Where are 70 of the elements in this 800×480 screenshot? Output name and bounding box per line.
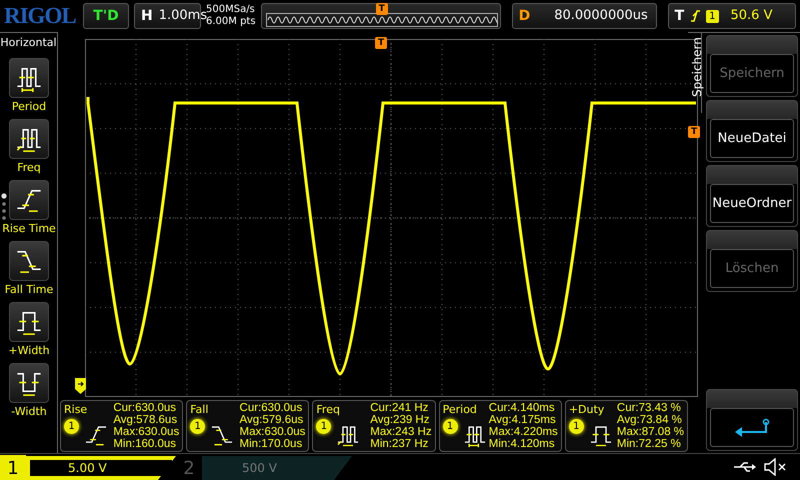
menu-button[interactable]: NeueOrdner [706, 165, 798, 227]
channel-badge: 1 [568, 418, 584, 434]
menu-title: Speichern [688, 33, 702, 113]
measurement-value: Cur:4.140ms [488, 402, 556, 414]
measure-button[interactable] [9, 58, 49, 98]
measurement-value: Avg:239 Hz [370, 414, 430, 426]
trigger-channel-badge: 1 [706, 10, 718, 22]
measure-label[interactable]: Fall Time [4, 282, 54, 296]
channel-scale[interactable]: 500 V [202, 456, 352, 480]
measure-label[interactable]: Period [12, 100, 46, 112]
measurement-value: Avg:578.6us [113, 414, 178, 426]
measurement-value: Min:72.25 % [616, 438, 682, 450]
measure-label[interactable]: Freq [17, 160, 41, 174]
sample-rate: 500MSa/s [206, 4, 256, 15]
measure-label[interactable]: Rise Time [2, 222, 56, 234]
channel-badge: 1 [316, 418, 332, 434]
usb-icon [734, 461, 756, 473]
measure-button[interactable] [9, 240, 49, 280]
measurement-value: Min:237 Hz [370, 438, 430, 450]
measurement-value: Max:243 Hz [370, 426, 432, 438]
brand-logo: RIGOL [4, 3, 77, 29]
measurement-value: Min:160.0us [113, 438, 177, 450]
trigger-label: T [674, 6, 686, 26]
measurement-value: Max:4.220ms [488, 426, 558, 438]
measurement-value: Min:4.120ms [488, 438, 556, 450]
menu-button[interactable] [706, 389, 798, 451]
timebase-label: H [140, 6, 154, 26]
trigger-position-marker: T [376, 3, 388, 15]
measure-button[interactable] [9, 362, 49, 402]
trigger-position-marker: T [375, 37, 388, 49]
measurement-value: Max:630.0us [240, 426, 306, 438]
measurement-name: Period [442, 402, 478, 418]
channel-badge: 1 [190, 418, 206, 434]
channel-scale[interactable]: 5.00 V [26, 456, 176, 480]
measurement-name: Freq [316, 402, 341, 418]
measurement-name: +Duty [568, 402, 606, 418]
timebase-value: 1.00ms [158, 8, 208, 24]
measure-label[interactable]: -Width [11, 404, 47, 418]
measurement-value: Cur:73.43 % [616, 402, 682, 414]
trigger-level: 50.6 V [730, 7, 772, 26]
channel-ground-marker-icon [75, 378, 86, 394]
measurement-value: Cur:630.0us [113, 402, 177, 414]
measurement-value: Max:87.08 % [616, 426, 684, 438]
menu-button[interactable]: NeueDatei [706, 100, 798, 162]
delay-label: D [518, 6, 532, 26]
channel-badge: 1 [442, 418, 458, 434]
measurement-name: Rise [64, 402, 88, 418]
run-status: T'D [83, 3, 129, 29]
measurement-value: Avg:73.84 % [616, 414, 683, 426]
sidebar-title: Horizontal [0, 35, 57, 51]
measurement-value: Max:630.0us [113, 426, 180, 438]
speaker-muted-icon [764, 458, 788, 476]
measurement-value: Cur:241 Hz [370, 402, 430, 414]
channel-number[interactable]: 1 [0, 454, 26, 480]
measurement-value: Avg:4.175ms [488, 414, 557, 426]
memory-depth: 6.00M pts [206, 16, 256, 28]
measure-button[interactable] [9, 302, 49, 342]
trigger-level-marker: T [688, 126, 700, 138]
measurement-value: Avg:579.6us [240, 414, 304, 426]
measure-button[interactable] [9, 118, 49, 158]
channel-badge: 1 [64, 418, 79, 434]
page-dots-icon [1, 193, 7, 221]
measurement-name: Fall [190, 402, 210, 418]
measurement-value: Cur:630.0us [240, 402, 304, 414]
measurement-value: Min:170.0us [240, 438, 304, 450]
delay-value: 80.0000000us [554, 7, 648, 26]
rising-edge-icon [690, 9, 700, 23]
measure-label[interactable]: +Width [8, 344, 50, 356]
measure-button[interactable] [9, 180, 49, 220]
return-arrow-icon [734, 418, 770, 438]
